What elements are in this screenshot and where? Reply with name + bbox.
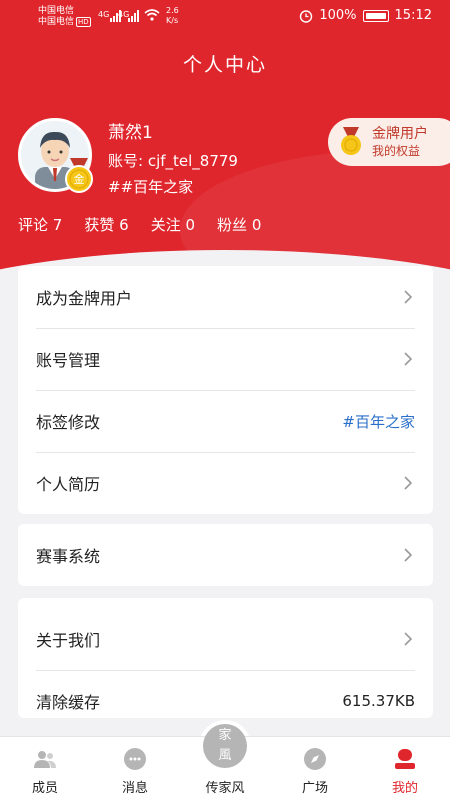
stat-value: 6: [119, 216, 129, 234]
stat-fans[interactable]: 粉丝 0: [217, 214, 261, 235]
gold-member-button[interactable]: 金牌用户 我的权益: [328, 118, 450, 166]
hd-badge: HD: [76, 17, 91, 27]
menu-item-about-us[interactable]: 关于我们: [18, 608, 433, 670]
stat-value: 7: [52, 216, 63, 234]
stat-comments[interactable]: 评论 7: [18, 214, 62, 235]
members-icon: [34, 751, 56, 768]
battery-icon: [362, 9, 389, 22]
speed-unit: K/s: [166, 16, 179, 25]
stat-likes[interactable]: 获赞 6: [84, 214, 128, 235]
stat-label: 获赞: [84, 216, 115, 234]
menu-item-label: 账号管理: [36, 351, 101, 370]
stat-label: 粉丝: [217, 216, 248, 234]
center-glyph: 家: [218, 728, 232, 743]
compass-icon: [304, 748, 326, 770]
gold-member-subtitle: 我的权益: [372, 144, 421, 158]
chevron-right-icon: [404, 352, 413, 366]
stats-row: 评论 7 获赞 6 关注 0 粉丝 0: [18, 214, 261, 235]
center-glyph: 風: [218, 748, 232, 763]
wifi-icon: [144, 9, 160, 21]
tab-label: 我的: [391, 781, 418, 796]
status-right: 100% 15:12: [299, 8, 432, 23]
menu-item-label: 关于我们: [36, 631, 101, 650]
menu-item-tag-edit[interactable]: 标签修改 #百年之家: [18, 390, 433, 452]
menu-item-label: 标签修改: [36, 413, 101, 432]
signal-icon-2: [128, 10, 139, 22]
message-icon: [124, 748, 146, 770]
tag-value: #百年之家: [342, 412, 415, 431]
tab-label: 成员: [31, 781, 58, 796]
status-bar: 中国电信 中国电信 HD 4G 4G 2.6 K/s 100% 15:12: [0, 0, 450, 34]
alarm-icon: [300, 9, 313, 23]
chevron-right-icon: [404, 632, 413, 646]
carrier-2: 中国电信: [38, 17, 75, 27]
profile-icon: [395, 749, 415, 769]
menu-card-events: 赛事系统: [18, 524, 433, 586]
menu-item-label: 赛事系统: [36, 547, 101, 566]
menu-item-resume[interactable]: 个人简历: [18, 452, 433, 514]
menu-item-label: 清除缓存: [36, 693, 101, 712]
stat-label: 评论: [18, 216, 49, 234]
tab-members[interactable]: 成员: [0, 737, 90, 800]
network-1-label: 4G: [98, 10, 110, 19]
menu-card-about: 关于我们 清除缓存 615.37KB: [18, 598, 433, 718]
chevron-right-icon: [404, 548, 413, 562]
tab-label: 传家风: [205, 781, 245, 796]
medal-char: 金: [74, 172, 85, 186]
stat-value: 0: [251, 216, 262, 234]
network-speed: 2.6 K/s: [166, 6, 179, 26]
page-title: 个人中心: [182, 54, 267, 76]
menu-item-become-gold[interactable]: 成为金牌用户: [18, 266, 433, 328]
stat-label: 关注: [150, 216, 181, 234]
battery-percent: 100%: [319, 8, 357, 23]
gold-member-title: 金牌用户: [372, 126, 428, 142]
tab-label: 广场: [301, 781, 328, 796]
cache-size: 615.37KB: [342, 692, 415, 710]
stat-value: 0: [185, 216, 196, 234]
chevron-right-icon: [404, 476, 413, 490]
stat-following[interactable]: 关注 0: [151, 214, 195, 235]
carrier-info: 中国电信 中国电信 HD: [38, 6, 91, 28]
chevron-right-icon: [404, 290, 413, 304]
gold-medal-icon: 金: [65, 158, 93, 193]
menu-item-label: 个人简历: [36, 475, 101, 494]
menu-card-account: 成为金牌用户 账号管理 标签修改 #百年之家 个人简历: [18, 266, 433, 514]
carrier-1: 中国电信: [38, 6, 75, 16]
medal-icon: [341, 127, 361, 155]
speed-value: 2.6: [166, 6, 179, 15]
tab-label: 消息: [121, 781, 148, 796]
menu-item-account-management[interactable]: 账号管理: [18, 328, 433, 390]
user-tag: ##百年之家: [108, 178, 194, 196]
tab-square[interactable]: 广场: [270, 737, 360, 800]
tab-messages[interactable]: 消息: [90, 737, 180, 800]
menu-item-clear-cache[interactable]: 清除缓存 615.37KB: [18, 670, 433, 718]
menu-item-event-system[interactable]: 赛事系统: [18, 524, 433, 586]
menu-item-label: 成为金牌用户: [36, 289, 133, 308]
clock: 15:12: [394, 8, 432, 23]
account-id: 账号: cjf_tel_8779: [108, 152, 238, 170]
username: 萧然1: [108, 123, 153, 143]
tab-mine[interactable]: 我的: [360, 737, 450, 800]
family-style-icon[interactable]: 家 風: [203, 724, 247, 768]
